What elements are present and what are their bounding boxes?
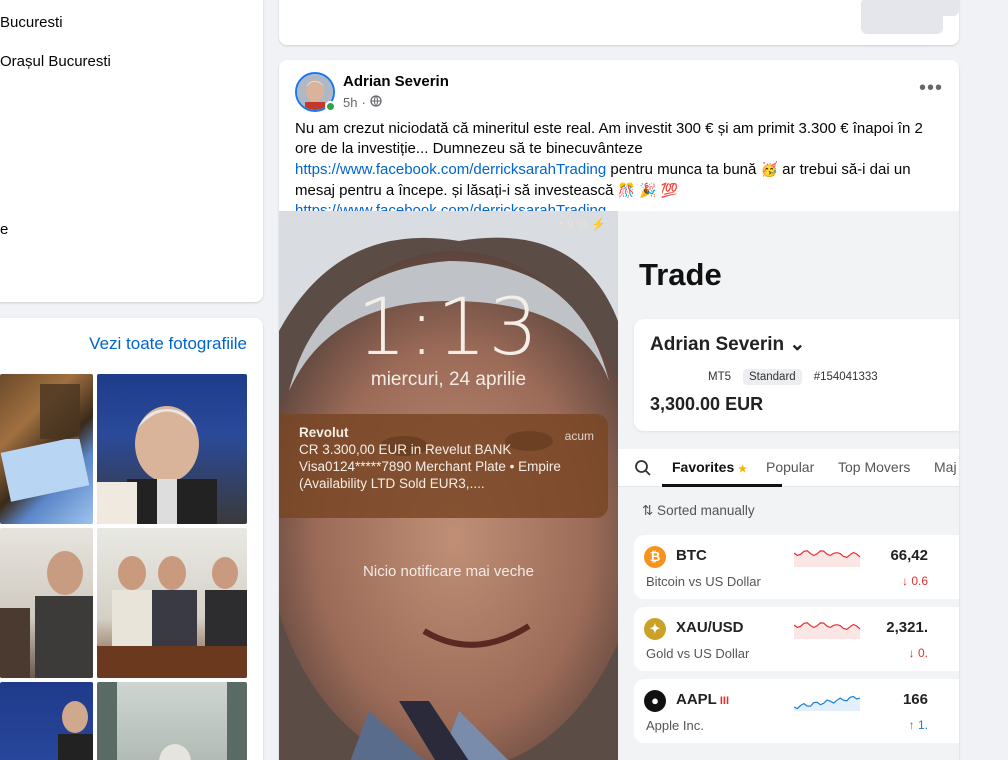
post-image[interactable]: ◔ 9 % ⚡ 1:13 miercuri, 24 aprilie Revolu… xyxy=(279,211,959,760)
tab-popular: Popular xyxy=(766,459,815,475)
more-dots-icon[interactable]: ••• xyxy=(919,78,943,98)
confetti-ball-emoji: 🎊 xyxy=(617,182,636,198)
photos-card: Vezi toate fotografiile xyxy=(0,318,263,760)
party-popper-emoji: 🎉 xyxy=(639,182,657,198)
tab-favorites: Favorites ★ xyxy=(672,459,748,475)
header-action-button[interactable] xyxy=(911,0,959,16)
sparkline-chart xyxy=(794,622,861,639)
hundred-points-emoji: 💯 xyxy=(660,182,679,198)
search-icon xyxy=(634,459,652,482)
ticker-price: 166 xyxy=(902,691,928,708)
ticker-name: Apple Inc. xyxy=(646,718,704,733)
globe-icon xyxy=(370,95,382,110)
post-author-name[interactable]: Adrian Severin xyxy=(343,73,449,90)
ticker-name: Gold vs US Dollar xyxy=(646,646,750,661)
photo-thumbnail[interactable] xyxy=(97,374,247,524)
ticker-symbol: XAU/USD xyxy=(676,619,744,636)
ticker-change: ↓ 0.6 xyxy=(901,574,928,588)
account-tag: #154041333 xyxy=(813,371,878,383)
ticker-price: 2,321. xyxy=(886,619,928,636)
about-card: Bucuresti Orașul Bucuresti e xyxy=(0,0,263,302)
ticker-symbol: AAPL III xyxy=(676,691,730,708)
lockscreen-date: miercuri, 24 aprilie xyxy=(370,369,527,390)
photo-thumbnail[interactable] xyxy=(0,528,93,678)
ticker-change: ↓ 0. xyxy=(908,646,928,660)
ticker-price: 66,42 xyxy=(890,547,928,564)
photo-thumbnail[interactable] xyxy=(0,682,93,760)
gold-flag-icon: ✦ xyxy=(644,618,666,640)
about-line-misc: e xyxy=(0,221,9,238)
photo-thumbnail[interactable] xyxy=(97,528,247,678)
about-line-city: Bucuresti xyxy=(0,14,63,31)
account-tag: Standard xyxy=(743,369,802,385)
photo-thumbnail[interactable] xyxy=(0,374,93,524)
apple-icon: ● xyxy=(644,690,666,712)
active-tab-underline xyxy=(662,484,782,487)
post-timestamp[interactable]: 5h xyxy=(343,95,357,110)
sparkline-chart xyxy=(794,695,861,711)
account-balance: 3,300.00 EUR xyxy=(650,394,764,414)
bitcoin-icon: ₿ xyxy=(644,546,666,568)
trade-title: Trade xyxy=(639,257,722,292)
post-card: Adrian Severin 5h · ••• Nu am crezut nic… xyxy=(279,60,959,760)
lockscreen-time: 1:13 xyxy=(356,283,541,373)
post-message: Nu am crezut niciodată că mineritul este… xyxy=(295,119,945,221)
ticker-row: ● AAPL III Apple Inc. 166 ↑ 1. xyxy=(634,679,959,743)
ticker-badge: III xyxy=(719,695,730,707)
trade-app-screenshot: Trade Adrian Severin ⌄ MT5 Standard #154… xyxy=(618,211,959,760)
chevron-down-icon: ⌄ xyxy=(789,334,806,355)
ticker-row: ₿ BTC Bitcoin vs US Dollar 66,42 ↓ 0.6 xyxy=(634,535,959,599)
market-tabs: Favorites ★ Popular Top Movers Maj xyxy=(618,449,959,487)
post-meta: 5h · xyxy=(343,95,382,110)
previous-post-footer xyxy=(279,0,959,45)
see-all-photos-link[interactable]: Vezi toate fotografiile xyxy=(89,334,247,354)
no-older-notifications: Nicio notificare mai veche xyxy=(363,563,534,580)
ticker-change: ↑ 1. xyxy=(908,718,928,732)
party-face-emoji: 🥳 xyxy=(760,161,778,177)
ticker-row: ✦ XAU/USD Gold vs US Dollar 2,321. ↓ 0. xyxy=(634,607,959,671)
online-status-dot xyxy=(325,101,336,112)
lockscreen-screenshot: ◔ 9 % ⚡ 1:13 miercuri, 24 aprilie Revolu… xyxy=(279,211,618,760)
about-line-location[interactable]: Orașul Bucuresti xyxy=(0,53,111,70)
sort-label: ⇅ Sorted manually xyxy=(642,503,755,518)
notification-time: acum xyxy=(564,429,594,443)
account-name: Adrian Severin ⌄ xyxy=(650,334,806,355)
account-tags: MT5 Standard #154041333 xyxy=(702,369,884,385)
tab-top-movers: Top Movers xyxy=(838,459,911,475)
star-icon: ★ xyxy=(738,464,748,475)
account-card: Adrian Severin ⌄ MT5 Standard #154041333… xyxy=(634,319,959,431)
notification-body: CR 3.300,00 EUR in Revelut BANK Visa0124… xyxy=(299,442,561,491)
post-link[interactable]: https://www.facebook.com/derricksarahTra… xyxy=(295,161,606,178)
notification-app-name: Revolut xyxy=(299,425,349,440)
revolut-notification: Revolut acum CR 3.300,00 EUR in Revelut … xyxy=(279,414,608,518)
ticker-symbol: BTC xyxy=(676,547,707,564)
tab-majors: Maj xyxy=(934,459,957,475)
phone-status-bar: ◔ 9 % ⚡ xyxy=(556,217,606,231)
account-tag: MT5 xyxy=(708,371,731,383)
sparkline-chart xyxy=(794,550,861,567)
ticker-name: Bitcoin vs US Dollar xyxy=(646,574,761,589)
photo-thumbnail[interactable] xyxy=(97,682,247,760)
